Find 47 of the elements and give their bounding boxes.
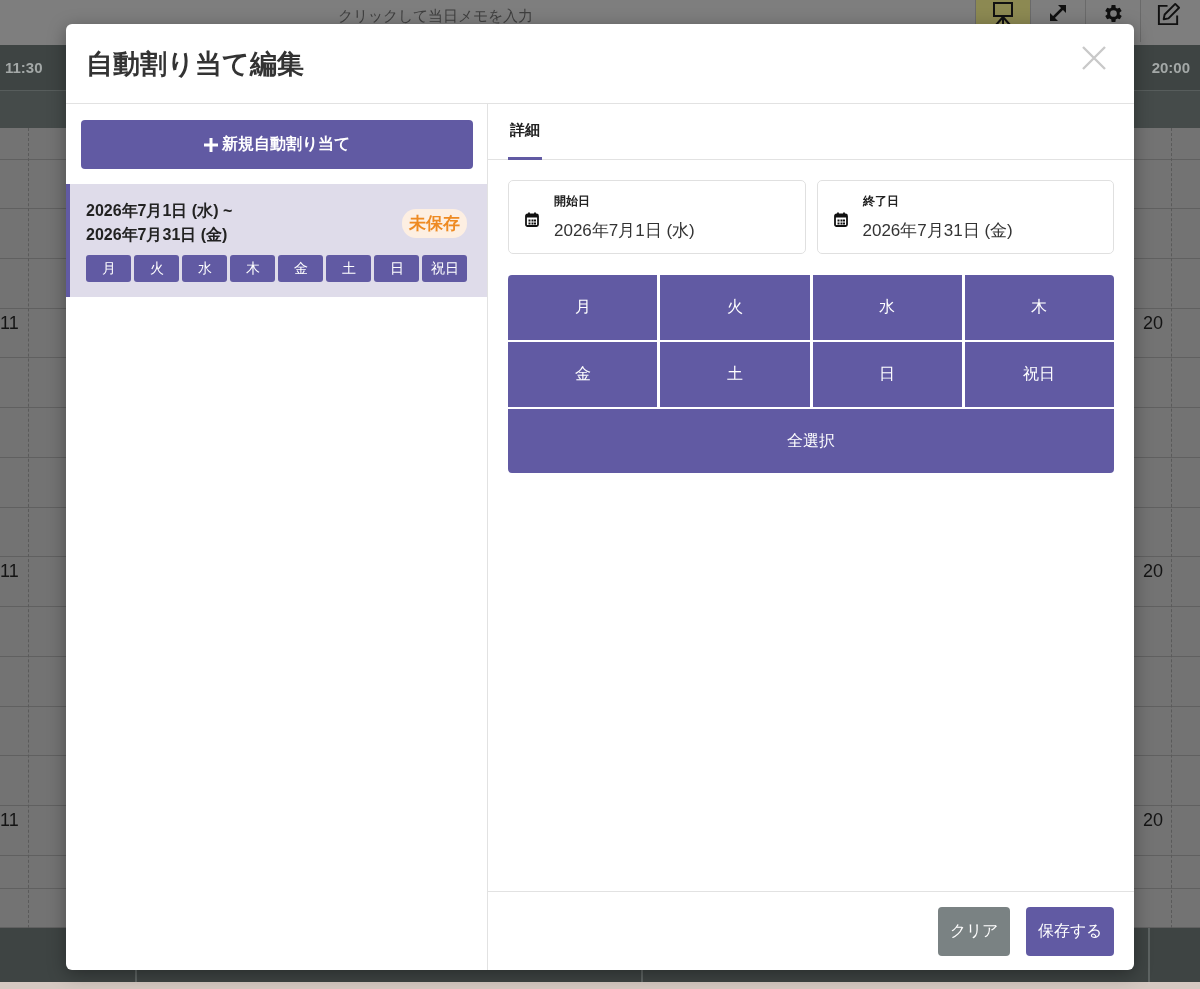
time-label: 11:30 — [5, 59, 43, 76]
easel-icon — [992, 2, 1014, 26]
row-label: 20 — [1142, 312, 1163, 335]
field-label: 開始日 — [554, 192, 591, 210]
row-label: 20 — [1142, 560, 1163, 583]
day-chip: 土 — [326, 255, 371, 282]
detail-tab[interactable]: 詳細 — [508, 104, 542, 160]
field-label: 終了日 — [862, 192, 900, 210]
day-chip: 日 — [374, 255, 419, 282]
end-date-field[interactable]: 終了日 2026年7月31日 (金) — [816, 180, 1114, 254]
weekday-button[interactable]: 日 — [812, 342, 962, 407]
row-label: 20 — [1142, 809, 1163, 832]
field-value: 2026年7月31日 (金) — [862, 219, 1013, 242]
day-chip: 金 — [278, 255, 323, 282]
calendar-icon — [833, 211, 848, 227]
date-range-end: 2026年7月31日 (金) — [86, 225, 229, 245]
row-label: 11 — [0, 809, 19, 832]
plus-icon — [204, 137, 218, 152]
day-chip: 水 — [182, 255, 227, 282]
start-date-field[interactable]: 開始日 2026年7月1日 (水) — [508, 180, 806, 254]
field-value: 2026年7月1日 (水) — [554, 219, 695, 242]
select-all-button[interactable]: 全選択 — [508, 409, 1114, 473]
assignment-list-item[interactable]: 2026年7月1日 (水) ~ 2026年7月31日 (金) 未保存 月 火 水 木 金 土 日 祝日 — [66, 184, 487, 297]
weekday-button[interactable]: 金 — [508, 342, 658, 407]
edit-icon — [1155, 2, 1181, 27]
weekday-button[interactable]: 火 — [660, 275, 810, 340]
day-chip: 祝日 — [422, 255, 467, 282]
row-label: 11 — [0, 312, 19, 335]
calendar-icon — [525, 211, 539, 227]
weekday-button[interactable]: 祝日 — [964, 342, 1114, 407]
weekday-button[interactable]: 土 — [660, 342, 810, 407]
day-chip: 木 — [230, 255, 275, 282]
day-chip: 火 — [134, 255, 179, 282]
date-range-start: 2026年7月1日 (水) ~ — [86, 201, 233, 221]
row-label: 11 — [0, 560, 19, 583]
time-label: 20:00 — [1151, 59, 1190, 76]
footer-button[interactable]: 保存する — [1026, 906, 1114, 956]
dialog-title: 自動割り当て編集 — [86, 47, 304, 81]
weekday-button[interactable]: 月 — [508, 275, 658, 340]
new-assignment-button[interactable]: 新規自動割り当て — [81, 120, 473, 169]
expand-icon — [1047, 2, 1069, 24]
unsaved-badge: 未保存 — [402, 208, 467, 238]
footer-button[interactable]: クリア — [938, 906, 1010, 956]
weekday-button[interactable]: 水 — [812, 275, 962, 340]
memo-field[interactable]: クリックして当日メモを入力 — [315, 3, 555, 27]
day-chip: 月 — [86, 255, 131, 282]
weekday-button[interactable]: 木 — [964, 275, 1114, 340]
